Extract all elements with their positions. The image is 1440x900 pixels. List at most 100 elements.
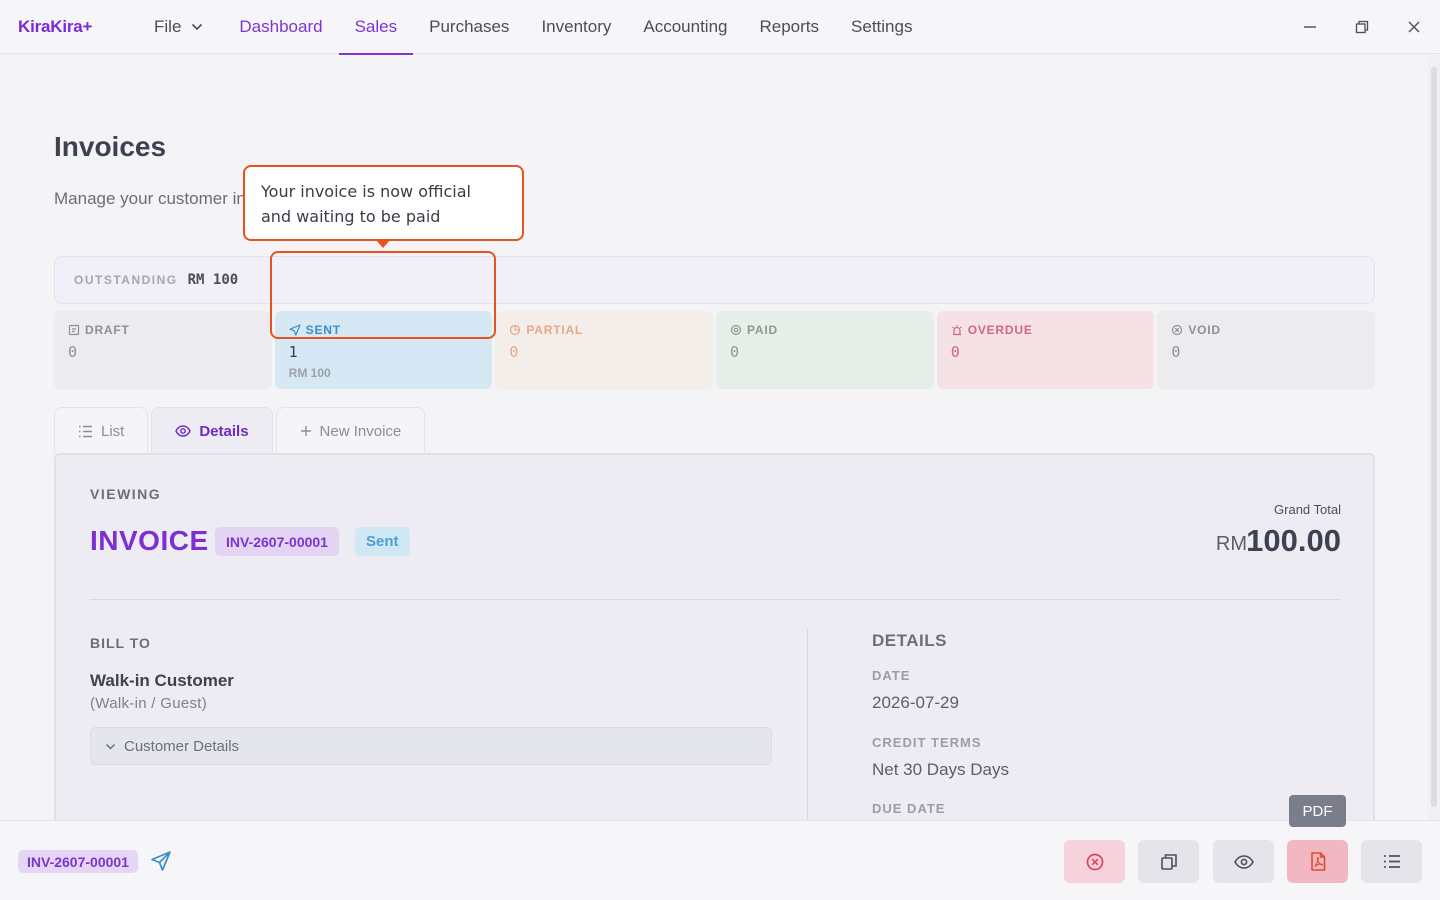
menu-file-label: File (154, 17, 182, 36)
credit-terms-label: CREDIT TERMS (872, 735, 982, 750)
status-card-count: 0 (1171, 343, 1181, 361)
bottom-action-bar: INV-2607-00001 (0, 820, 1440, 900)
details-title: DETAILS (872, 631, 947, 650)
send-icon (151, 851, 171, 871)
pdf-button[interactable] (1287, 840, 1348, 883)
tooltip-arrow (376, 240, 390, 248)
customer-details-label: Customer Details (124, 737, 240, 755)
status-card-count: 0 (730, 343, 740, 361)
status-cards: DRAFT 0 SENT 1 RM 100 PARTIAL 0 PAID 0 O… (54, 311, 1376, 389)
send-button[interactable] (150, 850, 172, 877)
eye-icon (175, 425, 192, 437)
menu-sales[interactable]: Sales (338, 0, 414, 55)
plus-icon (300, 426, 311, 436)
status-card-label: PARTIAL (526, 323, 584, 337)
menu-inventory[interactable]: Inventory (525, 0, 627, 54)
top-bar: KiraKira+ File Dashboard Sales Purchases… (0, 0, 1440, 55)
status-card-label: SENT (305, 323, 341, 337)
duplicate-button[interactable] (1138, 840, 1199, 883)
date-value: 2026-07-29 (872, 693, 959, 712)
menu-accounting[interactable]: Accounting (627, 0, 743, 54)
send-icon (289, 324, 301, 336)
status-card-amount: RM 100 (288, 366, 331, 380)
status-card-count: 0 (950, 343, 960, 361)
onboarding-tooltip: Your invoice is now official and waiting… (243, 165, 524, 241)
preview-button[interactable] (1213, 840, 1274, 883)
grand-total-label: Grand Total (1274, 502, 1341, 517)
divider (90, 599, 1341, 600)
restore-icon (1355, 20, 1369, 34)
chevron-down-icon (105, 743, 116, 750)
x-circle-icon (1172, 324, 1183, 336)
chevron-down-icon (192, 23, 203, 31)
main-content: Invoices Manage your customer invoices O… (0, 55, 1428, 820)
minimize-button[interactable] (1284, 0, 1336, 54)
void-button[interactable] (1064, 840, 1125, 883)
outstanding-label: OUTSTANDING (74, 273, 178, 287)
menu-purchases[interactable]: Purchases (413, 0, 525, 54)
menu-dashboard[interactable]: Dashboard (223, 0, 338, 54)
app-logo: KiraKira+ (18, 17, 93, 36)
outstanding-value: RM 100 (187, 272, 239, 288)
status-card-partial[interactable]: PARTIAL 0 (495, 311, 714, 389)
status-card-void[interactable]: VOID 0 (1157, 311, 1376, 389)
status-card-label: OVERDUE (967, 323, 1033, 337)
viewing-label: VIEWING (90, 486, 162, 502)
pdf-tooltip: PDF (1289, 795, 1346, 827)
close-button[interactable] (1388, 0, 1440, 54)
grand-total-value: 100.00 (1246, 523, 1341, 558)
restore-button[interactable] (1336, 0, 1388, 54)
minimize-icon (1304, 26, 1316, 28)
status-badge: Sent (355, 527, 410, 556)
page-title: Invoices (54, 131, 167, 162)
date-label: DATE (872, 668, 911, 683)
tab-list[interactable]: List (54, 407, 149, 454)
scrollbar-thumb[interactable] (1431, 67, 1437, 807)
close-icon (1408, 21, 1420, 33)
due-date-label: DUE DATE (872, 801, 946, 816)
status-card-count: 0 (509, 343, 519, 361)
tab-new-invoice[interactable]: New Invoice (275, 407, 426, 454)
credit-terms-value: Net 30 Days Days (872, 760, 1009, 779)
alarm-icon (951, 325, 962, 336)
vertical-scrollbar[interactable] (1428, 55, 1440, 820)
status-card-count: 1 (288, 343, 298, 361)
customer-type: (Walk-in / Guest) (90, 695, 208, 712)
invoice-title: INVOICE (90, 525, 209, 556)
status-card-paid[interactable]: PAID 0 (716, 311, 934, 389)
bill-to-label: BILL TO (90, 635, 151, 651)
status-card-label: DRAFT (85, 323, 130, 337)
status-card-label: VOID (1188, 323, 1221, 337)
status-card-label: PAID (747, 323, 778, 337)
x-circle-icon (1086, 853, 1103, 870)
coin-icon (730, 324, 742, 336)
invoice-tabs: List Details New Invoice (54, 407, 426, 454)
outstanding-summary: OUTSTANDING RM 100 (54, 256, 1375, 304)
main-menu: File Dashboard Sales Purchases Inventory… (138, 0, 928, 55)
eye-icon (1233, 854, 1254, 869)
invoice-number-badge: INV-2607-00001 (215, 527, 339, 556)
list-view-button[interactable] (1361, 840, 1422, 883)
tab-details[interactable]: Details (151, 407, 273, 454)
status-card-draft[interactable]: DRAFT 0 (54, 311, 272, 389)
bottom-invoice-number: INV-2607-00001 (18, 850, 138, 873)
menu-reports[interactable]: Reports (744, 0, 836, 54)
status-card-count: 0 (68, 343, 78, 361)
tab-details-label: Details (199, 422, 249, 440)
customer-details-toggle[interactable]: Customer Details (90, 727, 772, 765)
column-divider (807, 628, 808, 820)
customer-name: Walk-in Customer (90, 671, 234, 690)
list-icon (79, 425, 92, 437)
pie-chart-icon (510, 324, 521, 336)
menu-file[interactable]: File (138, 0, 223, 54)
pdf-file-icon (1310, 852, 1325, 871)
tab-list-label: List (101, 422, 125, 440)
status-card-overdue[interactable]: OVERDUE 0 (936, 311, 1155, 389)
status-card-sent[interactable]: SENT 1 RM 100 (274, 311, 493, 389)
grand-total-currency: RM (1215, 533, 1247, 555)
copy-icon (1160, 853, 1177, 870)
invoice-details-panel: VIEWING INVOICE INV-2607-00001 Sent Gran… (54, 453, 1375, 820)
draft-icon (68, 324, 80, 336)
menu-settings[interactable]: Settings (835, 0, 928, 54)
list-icon (1383, 855, 1400, 868)
